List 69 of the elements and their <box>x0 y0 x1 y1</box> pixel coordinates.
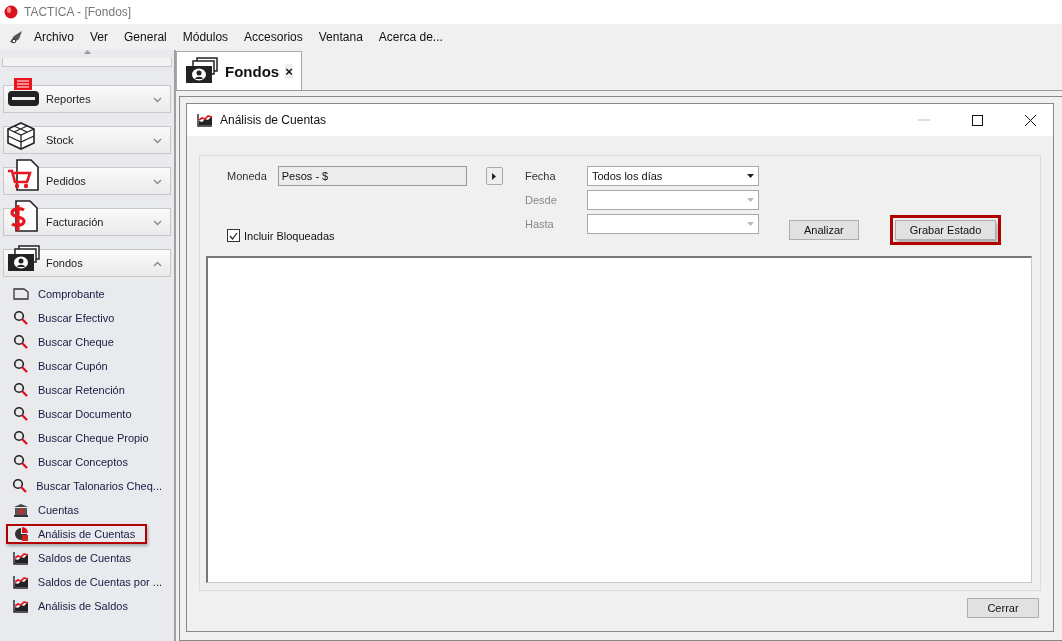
search-icon <box>13 406 29 422</box>
chevron-down-icon <box>153 220 162 226</box>
search-icon <box>13 310 29 326</box>
tab[interactable]: Fondos × <box>176 51 302 90</box>
close-icon[interactable] <box>1024 114 1036 126</box>
dollar-document-icon <box>7 200 41 232</box>
chevron-up-icon <box>153 261 162 267</box>
field-label: Hasta <box>525 218 555 230</box>
checkbox[interactable] <box>227 229 240 242</box>
field-label: Fecha <box>525 170 557 182</box>
sidebar-item[interactable]: Buscar Talonarios Cheq... <box>6 476 168 496</box>
field-label: Moneda <box>227 170 267 182</box>
sidebar-item[interactable]: Análisis de Saldos <box>6 596 168 616</box>
dropdown-arrow-icon <box>747 222 754 226</box>
pie-chart-icon <box>13 526 29 542</box>
printer-icon <box>7 77 41 109</box>
sidebar-item[interactable]: Buscar Efectivo <box>6 308 168 328</box>
banknotes-icon <box>185 57 219 85</box>
search-icon <box>13 334 29 350</box>
search-icon <box>12 478 29 494</box>
field-label: Desde <box>525 194 558 206</box>
bar-chart-icon <box>13 551 29 565</box>
chevron-down-icon <box>153 138 162 144</box>
bank-icon <box>13 503 29 517</box>
dialog-title: Análisis de Cuentas <box>220 113 328 127</box>
sidebar-item[interactable]: Buscar Cupón <box>6 356 168 376</box>
dropdown-arrow-icon <box>747 174 754 178</box>
sidebar-item[interactable]: Buscar Conceptos <box>6 452 168 472</box>
close-button[interactable]: Cerrar <box>967 598 1039 618</box>
menu-item[interactable]: Accesorios <box>236 30 311 44</box>
sidebar-item[interactable]: Saldos de Cuentas por ... <box>6 572 168 592</box>
search-icon <box>13 358 29 374</box>
search-icon <box>13 430 29 446</box>
sidebar-item[interactable]: Buscar Cheque <box>6 332 168 352</box>
menu-item[interactable]: Ventana <box>310 30 371 44</box>
window-title: TACTICA - [Fondos] <box>24 5 132 19</box>
app-logo-icon <box>4 5 18 19</box>
search-icon <box>13 454 29 470</box>
search-icon <box>13 382 29 398</box>
shopping-cart-document-icon <box>7 159 41 191</box>
maximize-icon[interactable] <box>971 114 983 126</box>
close-icon[interactable]: × <box>285 63 293 79</box>
sidebar-item[interactable]: Saldos de Cuentas <box>6 548 168 568</box>
play-arrow-button[interactable] <box>485 167 503 185</box>
currency-field[interactable]: Pesos - $ <box>277 166 467 186</box>
menu-item[interactable]: Archivo <box>26 30 82 44</box>
sidebar-item[interactable]: Comprobante <box>6 284 168 304</box>
sidebar-item[interactable]: Buscar Documento <box>6 404 168 424</box>
menu-item[interactable]: Módulos <box>174 30 237 44</box>
menu-item[interactable]: Ver <box>82 30 117 44</box>
chevron-down-icon <box>153 97 162 103</box>
menu-item[interactable]: General <box>116 30 175 44</box>
cube-icon <box>7 122 35 150</box>
dropdown-arrow-icon <box>747 198 754 202</box>
bar-chart-icon <box>13 599 29 613</box>
checkbox-label: Incluir Bloqueadas <box>244 229 335 242</box>
menu-item[interactable]: Acerca de... <box>370 30 451 44</box>
bar-chart-icon <box>197 113 213 127</box>
bar-chart-icon <box>12 575 29 589</box>
banknotes-icon <box>7 245 41 273</box>
action-button[interactable]: Analizar <box>789 220 859 240</box>
sidebar-item[interactable]: Buscar Retención <box>6 380 168 400</box>
sidebar-item[interactable]: Análisis de Cuentas <box>6 524 148 544</box>
dropdown-field[interactable]: Todos los días <box>587 166 759 186</box>
chevron-down-icon <box>153 179 162 185</box>
sidebar-item[interactable]: Buscar Cheque Propio <box>6 428 168 448</box>
play-icon <box>492 172 497 180</box>
document-icon <box>13 288 29 300</box>
sidebar-item[interactable]: Cuentas <box>6 500 168 520</box>
